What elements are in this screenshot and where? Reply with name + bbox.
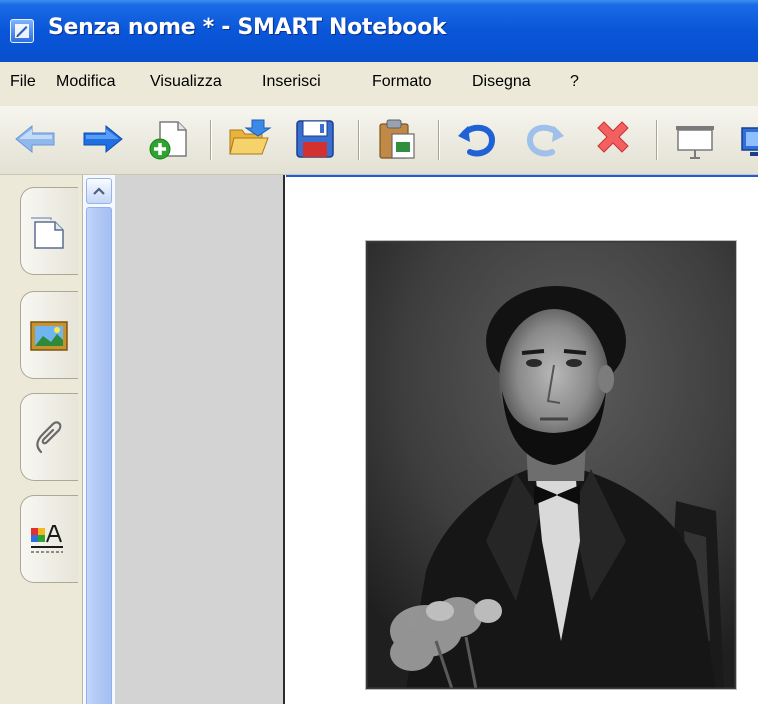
menu-inserisci[interactable]: Inserisci <box>262 73 321 91</box>
toolbar-separator <box>438 120 440 160</box>
add-page-button[interactable] <box>146 116 192 162</box>
chevron-up-icon <box>93 187 105 195</box>
paperclip-icon <box>36 421 62 454</box>
redo-icon <box>526 124 564 157</box>
save-disk-icon <box>296 120 334 158</box>
forward-button[interactable] <box>80 116 126 162</box>
undo-icon <box>458 124 496 157</box>
forward-arrow-icon <box>83 124 123 154</box>
title-bar[interactable]: Senza nome * - SMART Notebook <box>0 0 758 62</box>
menu-disegna[interactable]: Disegna <box>472 73 531 91</box>
properties-tab[interactable] <box>20 495 78 583</box>
menu-formato[interactable]: Formato <box>372 73 432 91</box>
delete-button[interactable] <box>590 116 636 162</box>
add-page-icon <box>149 121 187 160</box>
redo-button[interactable] <box>522 116 568 162</box>
toolbar-separator <box>656 120 658 160</box>
paste-icon <box>379 119 415 159</box>
window-title: Senza nome * - SMART Notebook <box>48 15 447 40</box>
fullscreen-button[interactable] <box>738 116 758 162</box>
back-button[interactable] <box>12 116 58 162</box>
paste-button[interactable] <box>374 116 420 162</box>
open-folder-icon <box>229 119 272 155</box>
screen-shade-button[interactable] <box>672 116 718 162</box>
properties-icon <box>31 525 63 553</box>
toolbar-separator <box>210 120 212 160</box>
portrait-photo[interactable] <box>366 241 736 689</box>
back-arrow-icon <box>15 124 55 154</box>
toolbar-separator <box>358 120 360 160</box>
screen-shade-icon <box>676 126 714 159</box>
menu-modifica[interactable]: Modifica <box>56 73 116 91</box>
whiteboard-canvas[interactable] <box>286 175 758 704</box>
gallery-tab[interactable] <box>20 291 78 379</box>
attachments-tab[interactable] <box>20 393 78 481</box>
page-sorter-tab[interactable] <box>20 187 78 275</box>
delete-x-icon <box>597 121 629 153</box>
menu-visualizza[interactable]: Visualizza <box>150 73 222 91</box>
side-tab-rail <box>0 175 83 704</box>
smart-notebook-app-icon[interactable] <box>10 19 34 43</box>
scroll-thumb[interactable] <box>86 207 112 704</box>
page-sorter-panel[interactable] <box>115 175 285 704</box>
undo-button[interactable] <box>454 116 500 162</box>
page-icon <box>31 217 64 249</box>
picture-icon <box>30 321 68 351</box>
page-sorter-scrollbar[interactable] <box>83 175 115 704</box>
menu-file[interactable]: File <box>10 73 36 91</box>
menu-help[interactable]: ? <box>570 73 579 91</box>
fullscreen-icon <box>741 127 758 156</box>
open-button[interactable] <box>226 116 272 162</box>
scroll-up-button[interactable] <box>86 178 112 204</box>
toolbar <box>0 106 758 175</box>
save-button[interactable] <box>292 116 338 162</box>
menu-bar: File Modifica Visualizza Inserisci Forma… <box>0 62 758 106</box>
